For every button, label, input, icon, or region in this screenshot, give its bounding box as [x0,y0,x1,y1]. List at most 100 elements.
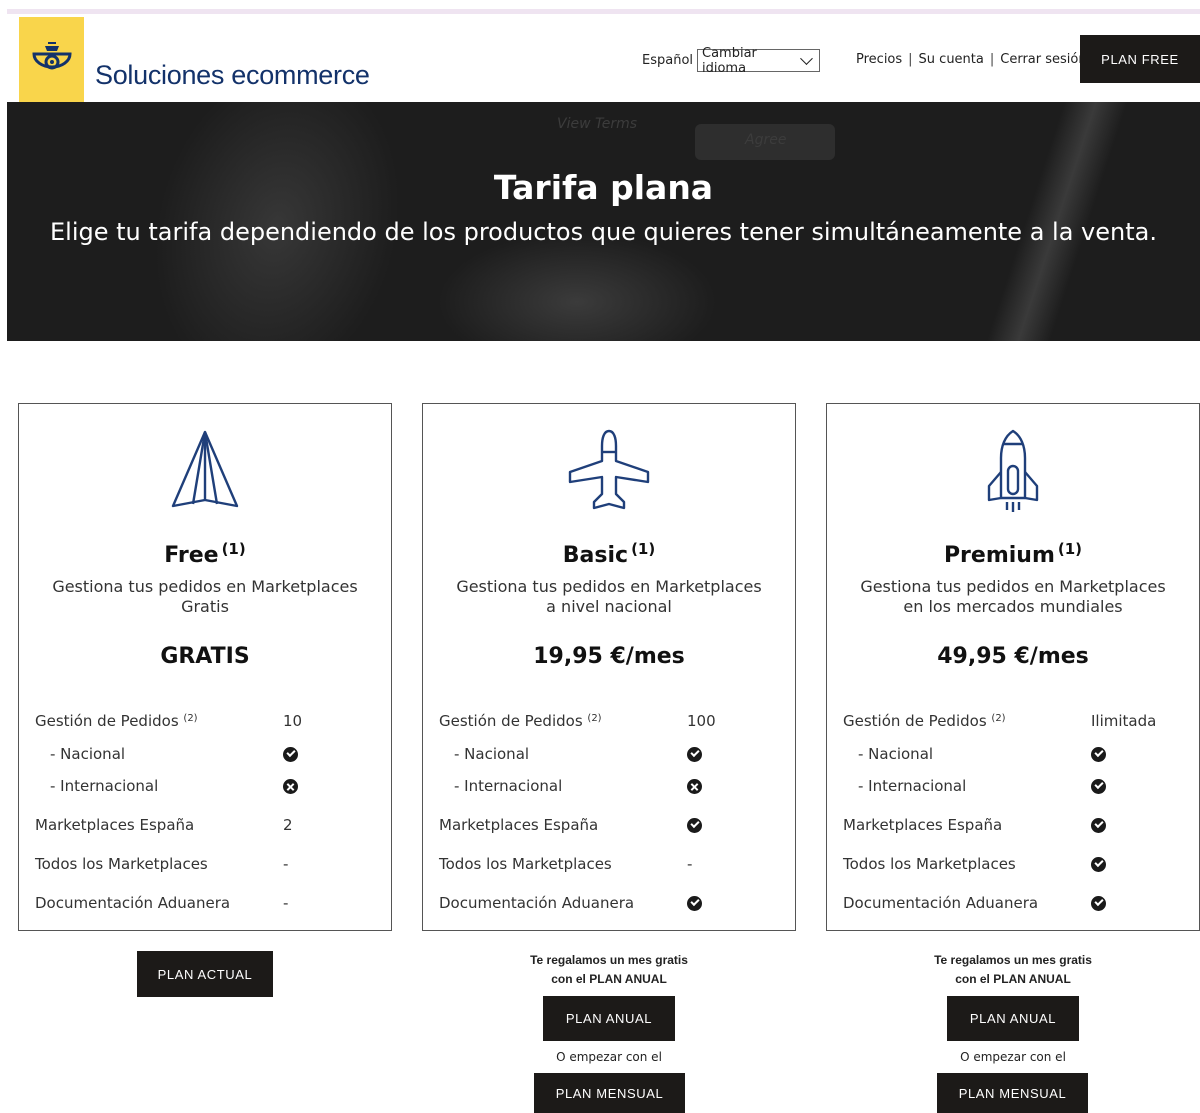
feature-row: - Nacional [454,745,794,763]
plan-anual-button[interactable]: PLAN ANUAL [543,996,675,1041]
link-separator: | [989,52,995,67]
feature-value [1091,894,1106,913]
feature-label: Todos los Marketplaces [35,855,208,873]
feature-row: Todos los Marketplaces - [35,855,375,873]
feature-row: Todos los Marketplaces - [439,855,779,873]
plan-card-basic: Basic (1) Gestiona tus pedidos en Marketp… [422,403,796,931]
check-icon [687,818,702,833]
check-icon [1091,779,1106,794]
feature-row: - Nacional [50,745,390,763]
plan-free-button[interactable]: PLAN FREE [1080,35,1200,83]
feature-label-text: Gestión de Pedidos [843,712,987,730]
link-su-cuenta[interactable]: Su cuenta [919,52,984,67]
check-icon [1091,747,1106,762]
feature-row: Marketplaces España [439,816,779,834]
feature-label-text: Gestión de Pedidos [439,712,583,730]
plan-name: Free (1) [19,540,391,568]
hero-banner: View Terms Agree Tarifa plana Elige tu t… [7,102,1200,341]
feature-value [1091,816,1106,835]
plan-actual-button[interactable]: PLAN ACTUAL [137,951,273,997]
plan-name: Premium (1) [827,540,1199,568]
plan-card-premium: Premium (1) Gestiona tus pedidos en Marke… [826,403,1200,931]
feature-label: Todos los Marketplaces [843,855,1016,873]
check-icon [283,747,298,762]
link-precios[interactable]: Precios [856,52,902,67]
feature-row: Documentación Aduanera - [35,894,375,912]
plan-name: Basic (1) [423,540,795,568]
feature-label-text: Gestión de Pedidos [35,712,179,730]
brand-name[interactable]: Soluciones ecommerce [95,60,370,91]
feature-row: Gestión de Pedidos (2) Ilimitada [843,712,1183,730]
feature-label: Documentación Aduanera [843,894,1039,912]
promo-line: con el PLAN ANUAL [955,972,1071,986]
feature-row: - Internacional [454,777,794,795]
feature-value [687,777,702,796]
or-text: O empezar con el [960,1050,1066,1064]
feature-value [687,745,702,764]
feature-value: 100 [687,712,716,730]
cross-icon [687,779,702,794]
feature-value: - [283,894,289,912]
top-strip [0,0,1200,14]
feature-label: Marketplaces España [843,816,1003,834]
feature-row: Todos los Marketplaces [843,855,1183,873]
plan-price: GRATIS [160,644,250,669]
feature-value [687,816,702,835]
feature-value: 2 [283,816,293,834]
feature-value [687,894,702,913]
plan-mensual-button[interactable]: PLAN MENSUAL [937,1073,1088,1113]
plan-name-text: Free [164,543,219,568]
plan-anual-button[interactable]: PLAN ANUAL [947,996,1079,1041]
feature-label: - Nacional [454,745,530,763]
hero-background-text: View Terms [557,116,638,132]
correos-logo[interactable] [19,17,84,102]
feature-label: Gestión de Pedidos (2) [843,712,1006,730]
language-select-value: Cambiar idioma [702,45,757,76]
feature-value [1091,745,1106,764]
plan-mensual-button[interactable]: PLAN MENSUAL [534,1073,685,1113]
feature-value: 10 [283,712,303,730]
feature-label: Todos los Marketplaces [439,855,612,873]
feature-value [283,777,298,796]
plan-price: 49,95 €/mes [937,644,1089,669]
plan-name-text: Premium [943,543,1055,568]
feature-row: Gestión de Pedidos (2) 10 [35,712,375,730]
feature-value: Ilimitada [1091,712,1157,730]
feature-value: - [687,855,693,873]
plan-price: 19,95 €/mes [533,644,685,669]
feature-label: - Nacional [858,745,934,763]
site-header: Soluciones ecommerce Español Cambiar idi… [0,14,1200,102]
promo-line: con el PLAN ANUAL [551,972,667,986]
feature-label: - Internacional [858,777,967,795]
promo-note: Te regalamos un mes gratis con el PLAN A… [422,951,796,989]
check-icon [687,896,702,911]
plan-card-free: Free (1) Gestiona tus pedidos en Marketpl… [18,403,392,931]
language-select[interactable]: Cambiar idioma [697,46,820,76]
hero-background-text: Agree [745,132,787,148]
feature-label: Gestión de Pedidos (2) [439,712,602,730]
feature-label: Gestión de Pedidos (2) [35,712,198,730]
feature-label: - Internacional [50,777,159,795]
plan-note: (1) [631,540,656,558]
cross-icon [283,779,298,794]
feature-label: Documentación Aduanera [439,894,635,912]
link-separator: | [908,52,913,67]
check-icon [1091,896,1106,911]
link-cerrar-sesion[interactable]: Cerrar sesión [1000,52,1086,67]
plan-note: (1) [221,540,246,558]
paper-plane-icon [19,428,391,518]
check-icon [687,747,702,762]
promo-line: Te regalamos un mes gratis [934,953,1092,967]
feature-note: (2) [991,713,1006,724]
hero-background-shape [437,232,717,341]
feature-row: - Internacional [50,777,390,795]
rocket-icon [827,428,1199,518]
hero-title: Tarifa plana [493,168,714,207]
feature-label: - Internacional [454,777,563,795]
promo-line: Te regalamos un mes gratis [530,953,688,967]
feature-value: - [283,855,289,873]
feature-label: Marketplaces España [35,816,195,834]
feature-row: Marketplaces España 2 [35,816,375,834]
feature-row: Documentación Aduanera [843,894,1183,912]
feature-note: (2) [183,713,198,724]
